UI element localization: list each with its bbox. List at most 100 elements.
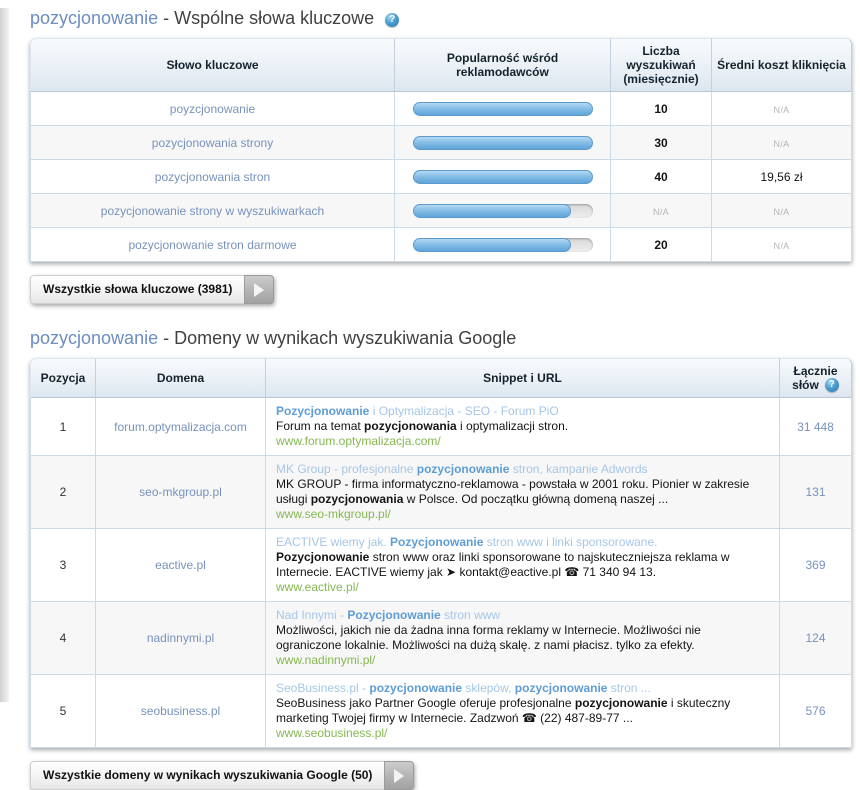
popularity-bar-fill xyxy=(413,136,593,150)
position-cell: 4 xyxy=(30,602,96,675)
all-domains-button[interactable]: Wszystkie domeny w wynikach wyszukiwania… xyxy=(30,761,414,790)
keyword-link[interactable]: poyzcjonowanie xyxy=(170,102,255,116)
popularity-cell xyxy=(395,160,611,194)
domains-header-snippet: Snippet i URL xyxy=(266,358,780,398)
domain-cell: seobusiness.pl xyxy=(96,675,266,748)
snippet-title: Pozycjonowanie i Optymalizacja - SEO - F… xyxy=(276,404,769,419)
snippet-url: www.nadinnymi.pl/ xyxy=(276,653,769,668)
domain-link[interactable]: forum.optymalizacja.com xyxy=(114,420,247,434)
snippet-url: www.seo-mkgroup.pl/ xyxy=(276,507,769,522)
keywords-header-keyword: Słowo kluczowe xyxy=(30,38,395,92)
snippet-cell: MK Group - profesjonalne pozycjonowanie … xyxy=(266,456,780,529)
keyword-link[interactable]: pozycjonowanie strony w wyszukiwarkach xyxy=(101,204,324,218)
popularity-bar-track xyxy=(413,102,593,116)
popularity-bar-fill xyxy=(413,102,593,116)
all-keywords-button-label: Wszystkie słowa kluczowe (3981) xyxy=(30,275,244,304)
keyword-row: pozycjonowanie strony w wyszukiwarkach N… xyxy=(30,194,852,228)
arrow-right-icon xyxy=(254,283,264,297)
popularity-bar-track xyxy=(413,204,593,218)
searches-cell: 30 xyxy=(611,126,712,160)
all-domains-button-label: Wszystkie domeny w wynikach wyszukiwania… xyxy=(30,761,384,790)
domain-row: 1 forum.optymalizacja.com Pozycjonowanie… xyxy=(30,398,852,456)
domains-title-keyword: pozycjonowanie xyxy=(30,328,158,348)
searches-cell: 20 xyxy=(611,228,712,262)
domains-table: Pozycja Domena Snippet i URL Łącznie słó… xyxy=(30,358,852,748)
keyword-row: pozycjonowanie stron darmowe 20 N/A xyxy=(30,228,852,262)
keyword-row: pozycjonowania stron 40 19,56 zł xyxy=(30,160,852,194)
snippet-title: MK Group - profesjonalne pozycjonowanie … xyxy=(276,462,769,477)
snippet-cell: Nad Innymi - Pozycjonowanie stron www Mo… xyxy=(266,602,780,675)
keywords-title-rest: - Wspólne słowa kluczowe xyxy=(163,8,374,28)
snippet-cell: SeoBusiness.pl - pozycjonowanie sklepów,… xyxy=(266,675,780,748)
main-content: pozycjonowanie - Wspólne słowa kluczowe … xyxy=(30,8,852,790)
keyword-link[interactable]: pozycjonowania strony xyxy=(152,136,273,150)
all-domains-arrow-box xyxy=(384,761,414,790)
domains-header-position: Pozycja xyxy=(30,358,96,398)
keywords-header-row: Słowo kluczowe Popularność wśród reklamo… xyxy=(30,38,852,92)
total-words-cell: 131 xyxy=(780,456,852,529)
domain-row: 2 seo-mkgroup.pl MK Group - profesjonaln… xyxy=(30,456,852,529)
arrow-right-icon xyxy=(394,769,404,783)
snippet-cell: EACTIVE wiemy jak. Pozycjonowanie stron … xyxy=(266,529,780,602)
snippet-url: www.forum.optymalizacja.com/ xyxy=(276,434,769,449)
keyword-cell: pozycjonowania strony xyxy=(30,126,395,160)
domains-header-domain: Domena xyxy=(96,358,266,398)
snippet-description: SeoBusiness jako Partner Google oferuje … xyxy=(276,696,769,726)
domain-row: 3 eactive.pl EACTIVE wiemy jak. Pozycjon… xyxy=(30,529,852,602)
popularity-cell xyxy=(395,126,611,160)
position-cell: 1 xyxy=(30,398,96,456)
snippet-url: www.eactive.pl/ xyxy=(276,580,769,595)
popularity-cell xyxy=(395,92,611,126)
total-words-cell: 369 xyxy=(780,529,852,602)
keyword-row: poyzcjonowanie 10 N/A xyxy=(30,92,852,126)
domain-link[interactable]: nadinnymi.pl xyxy=(147,631,214,645)
total-words-cell: 31 448 xyxy=(780,398,852,456)
snippet-url: www.seobusiness.pl/ xyxy=(276,726,769,741)
snippet-description: MK GROUP - firma informatyczno-reklamowa… xyxy=(276,477,769,507)
popularity-cell xyxy=(395,194,611,228)
domain-link[interactable]: eactive.pl xyxy=(155,558,206,572)
keywords-table: Słowo kluczowe Popularność wśród reklamo… xyxy=(30,38,852,262)
keyword-link[interactable]: pozycjonowania stron xyxy=(155,170,270,184)
keyword-row: pozycjonowania strony 30 N/A xyxy=(30,126,852,160)
domain-cell: nadinnymi.pl xyxy=(96,602,266,675)
domains-header-total: Łącznie słów? xyxy=(780,358,852,398)
snippet-description: Pozycjonowanie stron www oraz linki spon… xyxy=(276,550,769,580)
popularity-bar-fill xyxy=(413,170,593,184)
keywords-header-searches: Liczba wyszukiwań (miesięcznie) xyxy=(611,38,712,92)
all-keywords-button[interactable]: Wszystkie słowa kluczowe (3981) xyxy=(30,275,274,304)
domain-link[interactable]: seobusiness.pl xyxy=(141,704,220,718)
keywords-header-popularity: Popularność wśród reklamodawców xyxy=(395,38,611,92)
searches-cell: 10 xyxy=(611,92,712,126)
searches-cell: 40 xyxy=(611,160,712,194)
domains-section-title: pozycjonowanie - Domeny w wynikach wyszu… xyxy=(30,328,852,349)
domain-row: 4 nadinnymi.pl Nad Innymi - Pozycjonowan… xyxy=(30,602,852,675)
cost-cell: N/A xyxy=(712,194,852,228)
keywords-help-icon[interactable]: ? xyxy=(385,13,399,27)
cost-cell: N/A xyxy=(712,228,852,262)
cost-cell: N/A xyxy=(712,92,852,126)
keywords-header-cost: Średni koszt kliknięcia xyxy=(712,38,852,92)
domains-header-row: Pozycja Domena Snippet i URL Łącznie słó… xyxy=(30,358,852,398)
snippet-title: Nad Innymi - Pozycjonowanie stron www xyxy=(276,608,769,623)
domain-link[interactable]: seo-mkgroup.pl xyxy=(139,485,222,499)
position-cell: 5 xyxy=(30,675,96,748)
popularity-bar-track xyxy=(413,170,593,184)
keywords-section-title: pozycjonowanie - Wspólne słowa kluczowe … xyxy=(30,8,852,29)
total-words-help-icon[interactable]: ? xyxy=(825,378,839,392)
snippet-description: Forum na temat pozycjonowania i optymali… xyxy=(276,419,769,434)
all-keywords-arrow-box xyxy=(244,275,274,304)
popularity-cell xyxy=(395,228,611,262)
keyword-link[interactable]: pozycjonowanie stron darmowe xyxy=(128,238,296,252)
cost-cell: N/A xyxy=(712,126,852,160)
total-words-cell: 576 xyxy=(780,675,852,748)
domain-cell: eactive.pl xyxy=(96,529,266,602)
popularity-bar-fill xyxy=(413,204,571,218)
page-left-edge xyxy=(0,8,9,702)
keyword-cell: pozycjonowanie strony w wyszukiwarkach xyxy=(30,194,395,228)
snippet-description: Możliwości, jakich nie da żadna inna for… xyxy=(276,623,769,653)
domain-cell: seo-mkgroup.pl xyxy=(96,456,266,529)
popularity-bar-track xyxy=(413,238,593,252)
cost-cell: 19,56 zł xyxy=(712,160,852,194)
keyword-cell: poyzcjonowanie xyxy=(30,92,395,126)
